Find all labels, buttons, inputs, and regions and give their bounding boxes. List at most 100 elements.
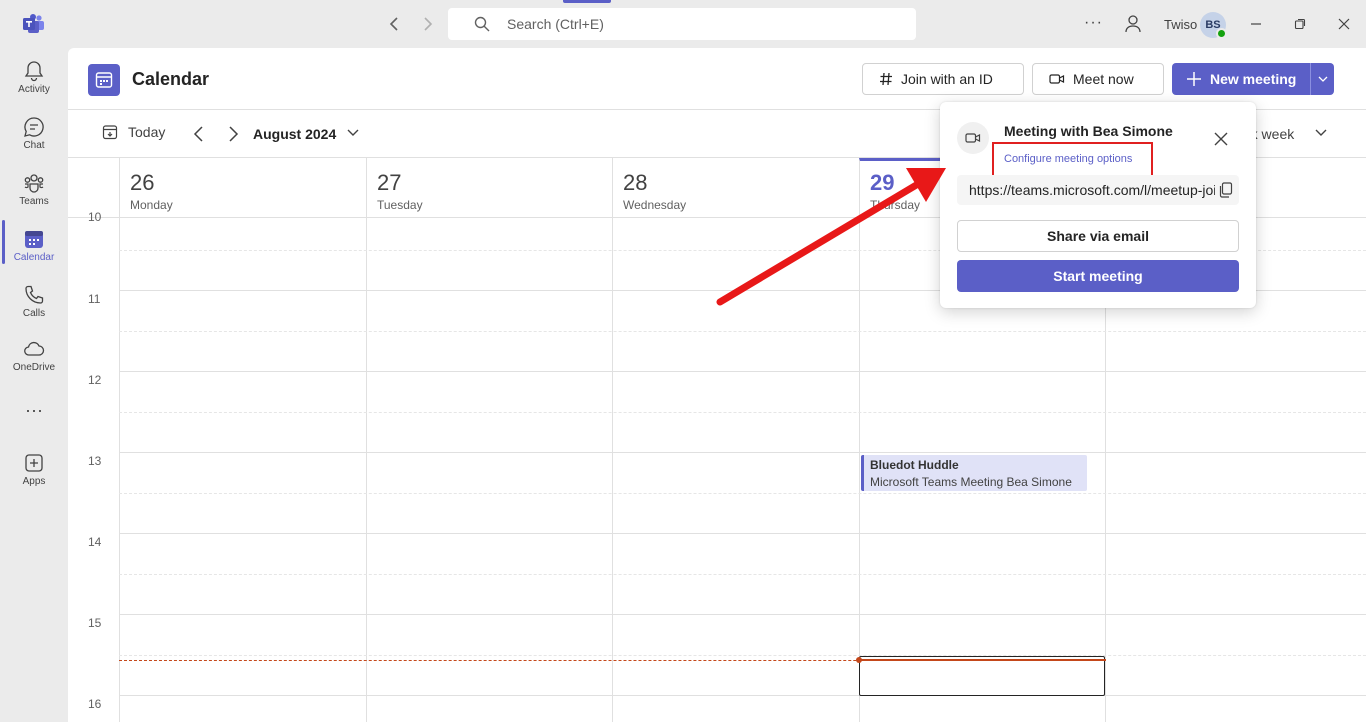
search-input[interactable]: Search (Ctrl+E) xyxy=(448,8,916,40)
back-arrow-icon[interactable] xyxy=(384,14,404,34)
rail-label: Calendar xyxy=(13,252,55,263)
calendar-icon xyxy=(25,231,43,248)
day-number: 27 xyxy=(377,170,402,195)
current-time-indicator xyxy=(860,659,1106,661)
day-number: 26 xyxy=(130,170,155,195)
current-time-dot xyxy=(856,657,862,663)
hour-line xyxy=(119,695,1366,696)
page-title: Calendar xyxy=(132,69,210,89)
search-icon xyxy=(474,16,490,32)
hour-label: 15 xyxy=(88,616,102,630)
day-name: Monday xyxy=(130,198,173,212)
day-name: Thursday xyxy=(870,198,921,212)
hour-label: 10 xyxy=(88,210,102,224)
half-hour-line xyxy=(119,331,1366,332)
rail-item-onedrive[interactable]: OneDrive xyxy=(0,330,68,382)
half-hour-line xyxy=(119,412,1366,413)
hour-label: 16 xyxy=(88,697,102,711)
close-icon[interactable] xyxy=(1214,132,1228,146)
more-options-icon[interactable]: ··· xyxy=(1084,14,1103,32)
rail-item-apps[interactable]: Apps xyxy=(0,444,68,496)
add-apps-icon xyxy=(25,454,43,472)
cloud-icon xyxy=(24,341,45,356)
half-hour-line xyxy=(119,493,1366,494)
share-via-email-button[interactable]: Share via email xyxy=(957,220,1239,252)
hour-line xyxy=(119,614,1366,615)
hour-label: 11 xyxy=(88,292,101,306)
hashtag-icon xyxy=(880,72,892,86)
user-name[interactable]: Twiso xyxy=(1164,17,1197,32)
meet-now-label: Meet now xyxy=(1073,71,1134,87)
bell-icon xyxy=(24,61,44,82)
teams-logo-icon[interactable] xyxy=(22,12,46,36)
ellipsis-icon: ··· xyxy=(25,400,43,420)
hour-label: 13 xyxy=(88,454,102,468)
new-meeting-dropdown[interactable] xyxy=(1310,63,1334,95)
rail-label: Apps xyxy=(22,476,46,487)
join-with-id-label: Join with an ID xyxy=(901,71,993,87)
chevron-down-icon[interactable] xyxy=(346,128,360,138)
rail-label: Activity xyxy=(18,84,50,95)
title-bar-accent xyxy=(563,0,611,3)
day-number: 28 xyxy=(623,170,648,195)
selected-time-slot[interactable] xyxy=(859,656,1105,696)
rail-item-teams[interactable]: Teams xyxy=(0,164,68,216)
rail-item-chat[interactable]: Chat xyxy=(0,108,68,160)
day-name: Tuesday xyxy=(377,198,423,212)
day-header-wednesday[interactable]: 28 Wednesday xyxy=(612,158,859,218)
rail-label: Calls xyxy=(22,308,46,319)
calendar-header: Calendar Join with an ID Meet now New me… xyxy=(68,48,1366,110)
meeting-link-field[interactable]: https://teams.microsoft.com/l/meetup-joi… xyxy=(957,175,1239,205)
chevron-down-icon[interactable] xyxy=(1314,128,1328,138)
phone-icon xyxy=(25,285,44,304)
rail-label: OneDrive xyxy=(12,362,56,373)
hour-line xyxy=(119,533,1366,534)
title-bar: Search (Ctrl+E) ··· Twiso BS xyxy=(0,0,1366,48)
join-with-id-button[interactable]: Join with an ID xyxy=(862,63,1024,95)
manage-account-icon[interactable] xyxy=(1124,14,1142,34)
rail-item-activity[interactable]: Activity xyxy=(0,52,68,104)
today-label: Today xyxy=(128,124,166,140)
day-header-tuesday[interactable]: 27 Tuesday xyxy=(366,158,612,218)
close-window-icon[interactable] xyxy=(1334,14,1354,34)
rail-label: Teams xyxy=(19,196,49,207)
new-meeting-button[interactable]: New meeting xyxy=(1172,63,1310,95)
event-title: Bluedot Huddle xyxy=(870,458,959,472)
rail-more-apps-button[interactable]: ··· xyxy=(0,396,68,448)
meet-now-popup: Meeting with Bea Simone Configure meetin… xyxy=(940,102,1256,308)
app-rail: Activity Chat Teams Calendar Calls OneDr… xyxy=(0,48,68,722)
day-header-monday[interactable]: 26 Monday xyxy=(119,158,366,218)
meet-now-button[interactable]: Meet now xyxy=(1032,63,1164,95)
half-hour-line xyxy=(119,574,1366,575)
rail-item-calls[interactable]: Calls xyxy=(0,276,68,328)
new-meeting-label: New meeting xyxy=(1210,71,1297,87)
meeting-link-text: https://teams.microsoft.com/l/meetup-joi… xyxy=(969,182,1215,198)
video-camera-icon xyxy=(957,122,989,154)
next-week-icon[interactable] xyxy=(225,125,241,143)
today-button[interactable]: Today xyxy=(102,124,165,140)
grid-column-line xyxy=(366,218,367,722)
plus-icon xyxy=(1187,72,1201,86)
calendar-event[interactable]: Bluedot Huddle Microsoft Teams Meeting B… xyxy=(861,455,1087,491)
event-subtitle: Microsoft Teams Meeting Bea Simone xyxy=(870,475,1072,489)
half-hour-line xyxy=(119,655,1366,656)
minimize-icon[interactable] xyxy=(1246,14,1266,34)
hour-line xyxy=(119,371,1366,372)
start-meeting-button[interactable]: Start meeting xyxy=(957,260,1239,292)
grid-column-line xyxy=(119,218,120,722)
forward-arrow-icon[interactable] xyxy=(418,14,438,34)
previous-week-icon[interactable] xyxy=(191,125,207,143)
hour-line xyxy=(119,452,1366,453)
presence-available-icon xyxy=(1216,28,1227,39)
hour-label: 12 xyxy=(88,373,102,387)
month-picker[interactable]: August 2024 xyxy=(253,126,336,142)
chevron-down-icon xyxy=(1318,76,1327,82)
grid-column-line xyxy=(859,218,860,722)
day-name: Wednesday xyxy=(623,198,687,212)
calendar-app-icon xyxy=(88,64,120,96)
video-camera-icon xyxy=(1049,74,1065,84)
rail-item-calendar[interactable]: Calendar xyxy=(0,220,68,272)
chat-icon xyxy=(24,117,44,137)
restore-icon[interactable] xyxy=(1290,14,1310,34)
copy-icon[interactable] xyxy=(1219,182,1233,198)
